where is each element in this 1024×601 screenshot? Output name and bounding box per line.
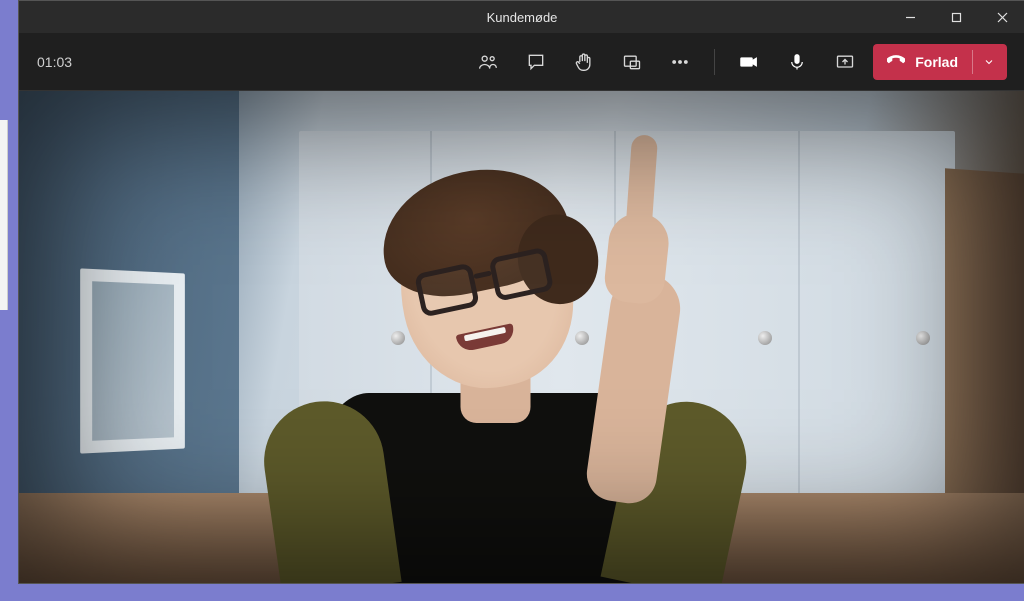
video-feed[interactable] — [19, 91, 1024, 583]
breakout-rooms-button[interactable] — [612, 42, 652, 82]
camera-button[interactable] — [729, 42, 769, 82]
minimize-button[interactable] — [887, 1, 933, 33]
window-controls — [887, 1, 1024, 33]
participants-button[interactable] — [468, 42, 508, 82]
toolbar-divider — [714, 49, 715, 75]
hangup-icon — [887, 51, 905, 72]
background-window-sliver — [0, 120, 8, 310]
titlebar[interactable]: Kundemøde — [19, 1, 1024, 33]
window-title: Kundemøde — [487, 10, 558, 25]
call-timer: 01:03 — [37, 54, 72, 70]
raise-hand-button[interactable] — [564, 42, 604, 82]
maximize-button[interactable] — [933, 1, 979, 33]
leave-label: Forlad — [915, 54, 958, 70]
video-vignette — [19, 91, 1024, 583]
leave-dropdown[interactable] — [972, 50, 1001, 74]
more-actions-button[interactable] — [660, 42, 700, 82]
chat-button[interactable] — [516, 42, 556, 82]
microphone-button[interactable] — [777, 42, 817, 82]
share-screen-button[interactable] — [825, 42, 865, 82]
meeting-toolbar: 01:03 — [19, 33, 1024, 91]
leave-button[interactable]: Forlad — [873, 44, 1007, 80]
close-button[interactable] — [979, 1, 1024, 33]
meeting-window: Kundemøde 01:03 — [18, 0, 1024, 584]
